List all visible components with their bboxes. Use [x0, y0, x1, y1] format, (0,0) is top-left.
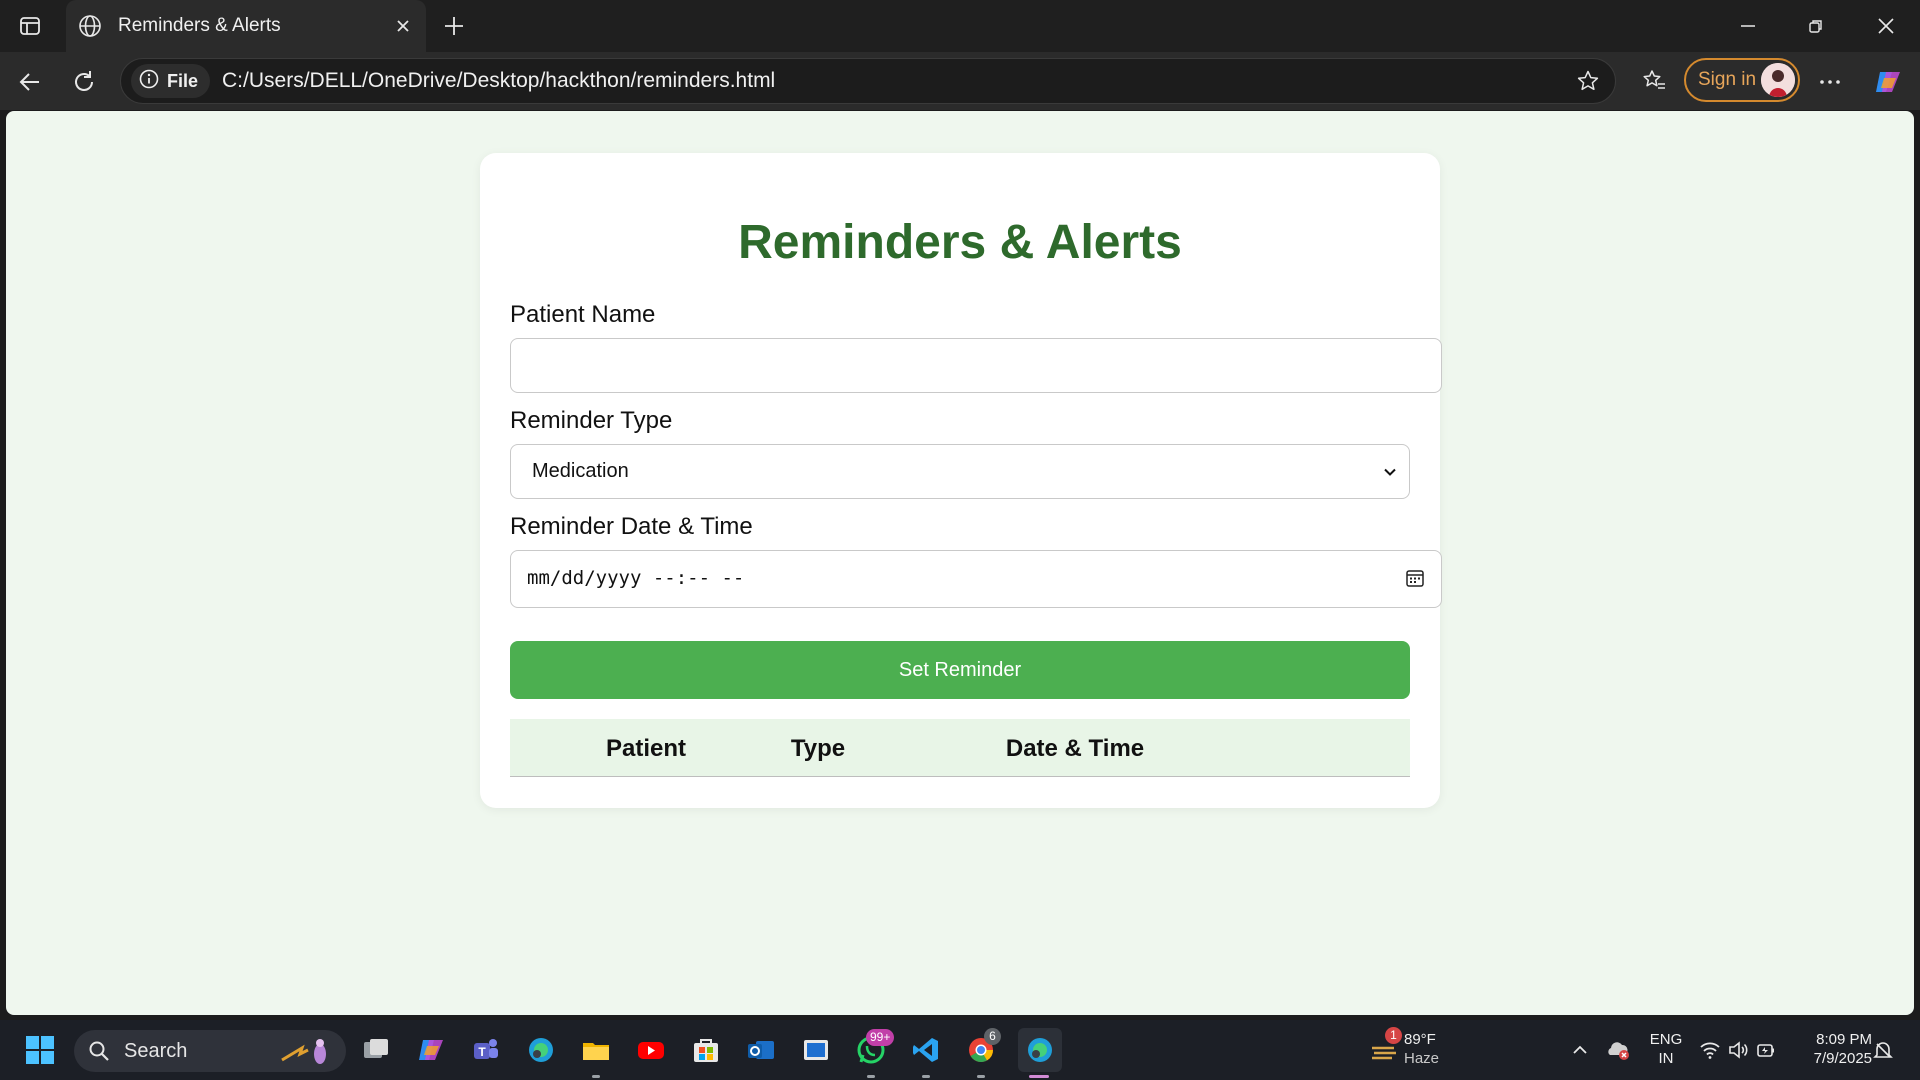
weather-widget[interactable]: 89°F Haze	[1404, 1030, 1439, 1068]
address-bar[interactable]: File C:/Users/DELL/OneDrive/Desktop/hack…	[120, 58, 1616, 104]
teams-icon[interactable]: T	[468, 1032, 504, 1068]
edge-browser-icon[interactable]	[1018, 1028, 1062, 1072]
weather-temp: 89°F	[1404, 1031, 1436, 1048]
profile-avatar	[1761, 63, 1795, 97]
volume-icon[interactable]	[1724, 1032, 1752, 1068]
clock[interactable]: 8:09 PM 7/9/2025	[1786, 1030, 1872, 1068]
favorites-icon[interactable]	[1636, 63, 1672, 99]
patient-name-input[interactable]	[510, 338, 1442, 393]
patient-name-label: Patient Name	[510, 301, 656, 328]
microsoft-store-icon[interactable]	[688, 1032, 724, 1068]
language-top: ENG	[1649, 1031, 1683, 1048]
back-icon[interactable]	[12, 64, 48, 100]
navigation-bar: File C:/Users/DELL/OneDrive/Desktop/hack…	[0, 52, 1920, 110]
datetime-label: Reminder Date & Time	[510, 513, 753, 540]
task-view-icon[interactable]	[358, 1032, 394, 1068]
copilot-app-icon[interactable]	[413, 1032, 449, 1068]
clock-date: 7/9/2025	[1813, 1050, 1872, 1067]
set-reminder-button[interactable]: Set Reminder	[510, 641, 1410, 699]
search-highlight-icon	[278, 1036, 334, 1066]
file-explorer-icon[interactable]	[578, 1032, 614, 1068]
active-tab[interactable]: Reminders & Alerts	[66, 0, 426, 52]
globe-icon	[76, 12, 104, 40]
news-app-icon[interactable]	[798, 1032, 834, 1068]
weather-desc: Haze	[1404, 1050, 1440, 1067]
minimize-icon[interactable]	[1730, 10, 1766, 42]
reminders-table-header: Patient Type Date & Time	[510, 719, 1410, 777]
sign-in-label: Sign in	[1698, 69, 1757, 90]
svg-text:T: T	[478, 1045, 486, 1059]
windows-start-icon[interactable]	[22, 1032, 58, 1068]
column-header-type: Type	[790, 735, 846, 762]
tab-title: Reminders & Alerts	[118, 15, 281, 36]
browser-title-bar: Reminders & Alerts	[0, 0, 1920, 52]
calendar-icon[interactable]	[1405, 568, 1425, 588]
file-chip-label: File	[167, 70, 199, 91]
taskbar: Search T 99+ 6 1 89°F Haze ENG IN 8:09 P…	[0, 1020, 1920, 1080]
datetime-placeholder: mm/dd/yyyy --:-- --	[527, 567, 745, 589]
reminder-type-label: Reminder Type	[510, 407, 673, 434]
new-tab-icon[interactable]	[438, 10, 470, 42]
language-bottom: IN	[1658, 1050, 1674, 1067]
onedrive-error-icon[interactable]	[1600, 1032, 1636, 1068]
whatsapp-badge: 99+	[866, 1029, 895, 1046]
whatsapp-running-indicator	[867, 1075, 875, 1078]
clock-time: 8:09 PM	[1816, 1031, 1872, 1048]
vscode-icon[interactable]	[908, 1032, 944, 1068]
edge-profile-icon[interactable]	[523, 1032, 559, 1068]
search-label: Search	[124, 1039, 188, 1062]
column-header-datetime: Date & Time	[1005, 735, 1145, 762]
edge-active-indicator	[1029, 1075, 1049, 1078]
reminder-card: Reminders & Alerts Patient Name Reminder…	[480, 153, 1442, 808]
wifi-icon[interactable]	[1696, 1032, 1724, 1068]
show-hidden-icons-icon[interactable]	[1562, 1032, 1598, 1068]
outlook-icon[interactable]	[743, 1032, 779, 1068]
battery-icon[interactable]	[1752, 1032, 1780, 1068]
column-header-patient: Patient	[605, 735, 686, 762]
refresh-icon[interactable]	[66, 64, 102, 100]
notifications-icon[interactable]	[1868, 1032, 1898, 1068]
info-icon	[139, 69, 159, 94]
url-text[interactable]: C:/Users/DELL/OneDrive/Desktop/hackthon/…	[222, 69, 1573, 93]
restore-icon[interactable]	[1798, 10, 1834, 42]
search-icon	[88, 1040, 110, 1062]
sidebar-toggle-icon[interactable]	[14, 10, 46, 42]
sign-in-button[interactable]: Sign in	[1684, 58, 1800, 102]
youtube-icon[interactable]	[633, 1032, 669, 1068]
vscode-running-indicator	[922, 1075, 930, 1078]
copilot-icon[interactable]	[1868, 62, 1908, 102]
page-title: Reminders & Alerts	[738, 216, 1182, 269]
reminder-type-value: Medication	[532, 460, 629, 482]
chrome-badge: 6	[984, 1028, 1001, 1045]
chevron-down-icon	[1381, 463, 1399, 481]
page-viewport: Reminders & Alerts Patient Name Reminder…	[6, 111, 1914, 1015]
site-info-button[interactable]: File	[131, 64, 211, 98]
file-explorer-running-indicator	[592, 1075, 600, 1078]
reminder-type-select[interactable]: Medication	[510, 444, 1410, 499]
taskbar-search[interactable]: Search	[74, 1030, 346, 1072]
chrome-running-indicator	[977, 1075, 985, 1078]
tab-close-icon[interactable]	[388, 11, 418, 41]
favorite-star-icon[interactable]	[1573, 66, 1603, 96]
datetime-input[interactable]: mm/dd/yyyy --:-- --	[510, 550, 1442, 608]
close-window-icon[interactable]	[1868, 10, 1904, 42]
weather-badge: 1	[1385, 1027, 1402, 1044]
more-options-icon[interactable]	[1812, 64, 1848, 100]
language-indicator[interactable]: ENG IN	[1646, 1030, 1686, 1068]
